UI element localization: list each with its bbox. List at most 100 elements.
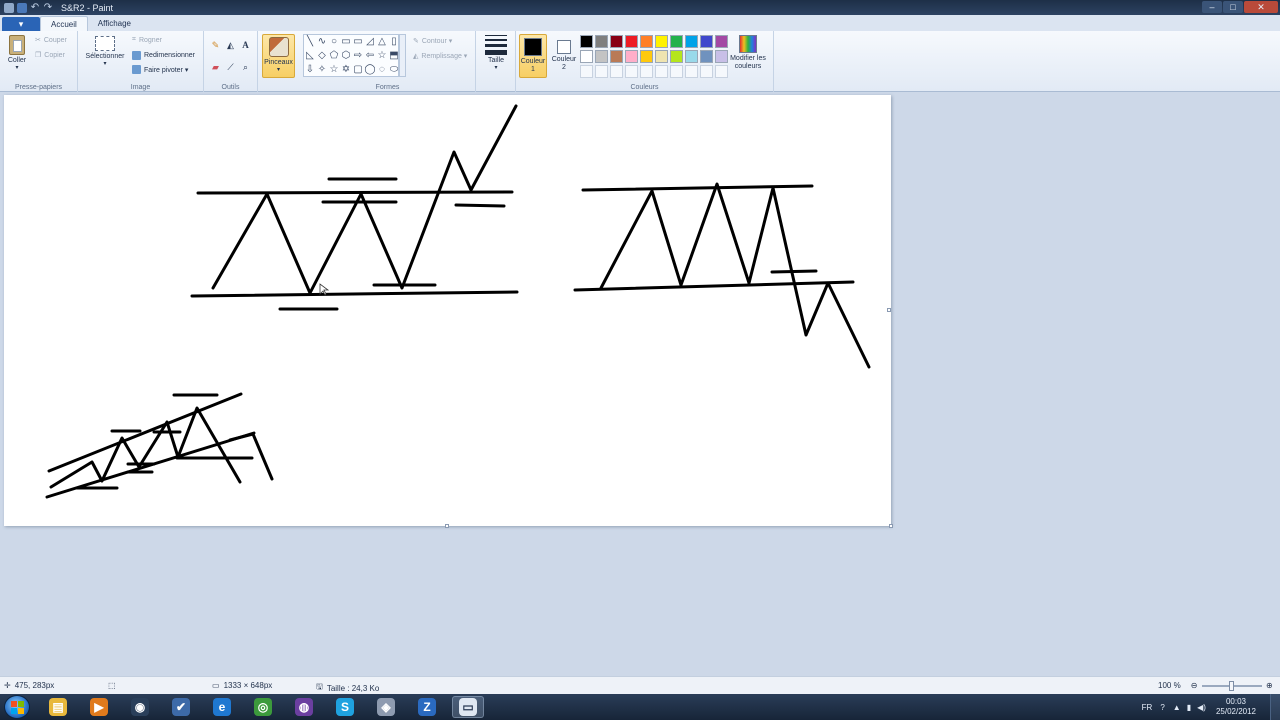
redo-icon[interactable]: ↷ [43, 2, 53, 13]
shapes-gallery-scroll[interactable] [399, 34, 406, 77]
image-group: Sélectionner ▾ ⌗ Rogner Redimensionner F… [78, 31, 204, 92]
size-label: Taille [488, 57, 504, 64]
shape-option-icon[interactable]: ◌ [379, 65, 385, 75]
shape-option-icon[interactable]: ◇ [318, 51, 326, 61]
shapes-group-label: Formes [375, 84, 400, 91]
zoom-slider-thumb[interactable] [1229, 681, 1234, 691]
shape-option-icon[interactable]: ▯ [391, 37, 397, 47]
outline-label: Contour ▾ [421, 38, 453, 45]
taskbar-app-tool-a[interactable]: ◉ [124, 696, 156, 718]
shape-option-icon[interactable]: ◺ [306, 51, 314, 61]
shape-option-icon[interactable]: △ [378, 37, 386, 47]
maximize-button[interactable]: □ [1223, 1, 1243, 13]
fill-label: Remplissage ▾ [421, 53, 468, 60]
shape-option-icon[interactable]: ⬡ [342, 51, 351, 61]
shape-option-icon[interactable]: ◿ [366, 37, 374, 47]
cut-button[interactable]: ✂ Couper [35, 36, 67, 45]
selection-size: ⬚ [108, 681, 116, 690]
crop-icon: ⌗ [132, 36, 136, 43]
brushes-label: Pinceaux [264, 59, 293, 66]
show-hidden-icons[interactable]: ▲ [1173, 703, 1181, 712]
shape-option-icon[interactable]: ⬠ [330, 51, 339, 61]
shape-option-icon[interactable]: ▢ [353, 65, 362, 75]
chrome-icon: ◎ [254, 698, 272, 716]
clock[interactable]: 00:03 25/02/2012 [1216, 697, 1256, 717]
start-button[interactable] [4, 695, 30, 719]
shape-option-icon[interactable]: ▭ [341, 37, 350, 47]
minimize-button[interactable]: – [1202, 1, 1222, 13]
shape-option-icon[interactable]: ☆ [378, 51, 387, 61]
file-menu-button[interactable]: ▾ [2, 17, 40, 31]
support-line [573, 280, 855, 292]
shape-option-icon[interactable]: ▭ [353, 37, 362, 47]
shape-option-icon[interactable]: ○ [331, 37, 337, 47]
eraser-icon[interactable]: ▰ [209, 61, 222, 73]
workspace [0, 92, 1280, 676]
paint-app-icon[interactable] [4, 2, 14, 13]
taskbar-app-media[interactable]: ▶ [83, 696, 115, 718]
drawing-canvas[interactable] [4, 95, 893, 528]
size-button[interactable]: Taille ▾ [480, 35, 512, 71]
shapes-gallery[interactable]: ╲ ∿ ○ ▭ ▭ ◿ △ ▯ ◺ ◇ ⬠ ⬡ ⇨ ⇦ ☆ ⬒ ⇩ ✧ ☆ ✡ ▢ ◯ ◌ ⬭ [303, 34, 399, 77]
shape-option-icon[interactable]: ∿ [318, 37, 326, 47]
resize-handle-right[interactable] [887, 308, 891, 312]
shape-option-icon[interactable]: ✡ [342, 65, 350, 75]
taskbar-app-chrome[interactable]: ◎ [247, 696, 279, 718]
zoom-in-icon[interactable]: ⊕ [1266, 681, 1273, 690]
taskbar-app-tool-d[interactable]: ◈ [370, 696, 402, 718]
quick-access-toolbar: ↶ ↷ [0, 2, 53, 13]
shape-option-icon[interactable]: ⇦ [366, 51, 374, 61]
shape-option-icon[interactable]: ☆ [330, 65, 339, 75]
dimensions-icon: ▭ [212, 681, 220, 690]
taskbar-app-tool-b[interactable]: ✔ [165, 696, 197, 718]
window-controls: – □ ✕ [1202, 1, 1278, 13]
cursor-position-text: 475, 283px [14, 681, 55, 690]
selection-rectangle-icon [95, 36, 115, 51]
taskbar-app-ie[interactable]: e [206, 696, 238, 718]
shape-option-icon[interactable]: ⬭ [390, 65, 399, 75]
shape-option-icon[interactable]: ⇩ [306, 65, 314, 75]
text-tool-icon[interactable]: A [239, 39, 252, 51]
close-button[interactable]: ✕ [1244, 1, 1278, 13]
shape-option-icon[interactable]: ⇨ [354, 51, 362, 61]
outline-button[interactable]: ✎ Contour ▾ [413, 37, 452, 45]
pencil-icon[interactable]: ✎ [209, 39, 222, 51]
rotate-button[interactable]: Faire pivoter ▾ [132, 65, 188, 74]
zoom-out-icon[interactable]: ⊖ [1191, 681, 1198, 690]
taskbar-app-tool-e[interactable]: Z [411, 696, 443, 718]
tab-view[interactable]: Affichage [88, 16, 141, 31]
color-picker-icon[interactable]: ⟋ [224, 61, 237, 73]
undo-icon[interactable]: ↶ [30, 2, 40, 13]
magnifier-icon[interactable]: ⌕ [239, 61, 252, 73]
save-icon[interactable] [17, 2, 27, 13]
shape-option-icon[interactable]: ╲ [307, 37, 313, 47]
crop-button[interactable]: ⌗ Rogner [132, 36, 162, 44]
shape-option-icon[interactable]: ◯ [364, 65, 375, 75]
resize-handle-corner[interactable] [889, 524, 893, 528]
select-button[interactable]: Sélectionner ▾ [82, 36, 128, 67]
volume-icon[interactable]: ◀) [1197, 703, 1206, 712]
taskbar-app-tool-c[interactable]: ◍ [288, 696, 320, 718]
shape-option-icon[interactable]: ⬒ [389, 51, 398, 61]
colors-group: Couleurs [516, 31, 774, 92]
copy-button[interactable]: ❐ Copier [35, 51, 65, 60]
resize-handle-bottom[interactable] [445, 524, 449, 528]
fill-bucket-icon[interactable]: ◭ [224, 39, 237, 51]
help-icon[interactable]: ? [1160, 703, 1164, 712]
tab-home[interactable]: Accueil [40, 16, 88, 31]
taskbar-app-explorer[interactable]: ▤ [42, 696, 74, 718]
fill-button[interactable]: ◭ Remplissage ▾ [413, 52, 467, 60]
system-tray: FR ? ▲ ▮ ◀) 00:03 25/02/2012 [1142, 694, 1280, 720]
zigzag-price-path [599, 182, 871, 369]
taskbar-app-skype[interactable]: S [329, 696, 361, 718]
language-indicator[interactable]: FR [1142, 703, 1153, 712]
taskbar-app-paint[interactable]: ▭ [452, 696, 484, 718]
copy-icon: ❐ [35, 52, 42, 59]
shape-option-icon[interactable]: ✧ [318, 65, 326, 75]
network-icon[interactable]: ▮ [1187, 703, 1191, 712]
file-size-text: Taille : 24,3 Ko [326, 683, 380, 693]
resize-button[interactable]: Redimensionner [132, 51, 195, 60]
show-desktop-button[interactable] [1270, 694, 1280, 720]
brushes-button[interactable]: Pinceaux ▾ [262, 34, 295, 78]
paste-button[interactable]: Coller ▾ [4, 35, 30, 71]
